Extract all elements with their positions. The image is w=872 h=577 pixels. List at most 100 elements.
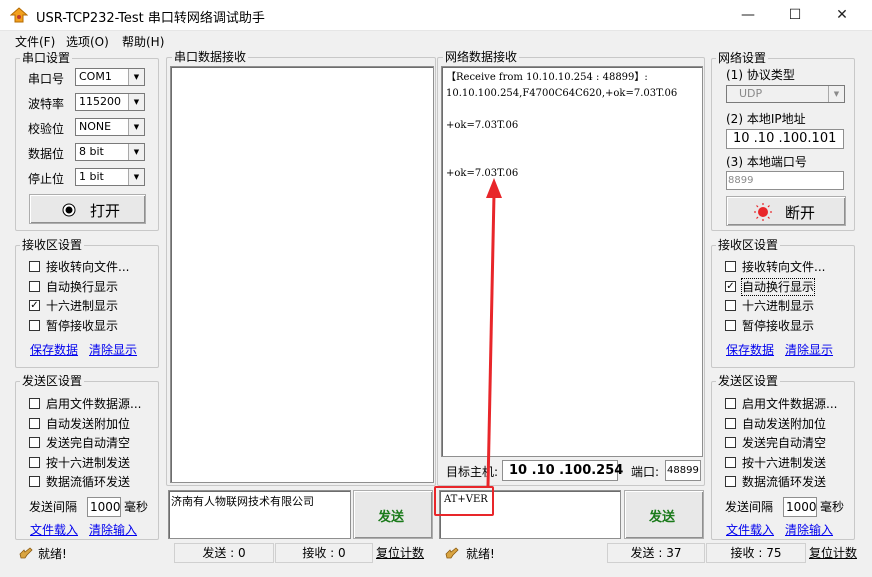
right-recv-pause-checkbox[interactable] (725, 320, 736, 331)
stopbits-select[interactable]: 1 bit ▼ (75, 168, 145, 186)
status-send-count-left: 发送 : 0 (174, 543, 274, 563)
right-send-hex-checkbox[interactable] (725, 457, 736, 468)
dropdown-arrow-icon: ▼ (128, 94, 144, 110)
right-interval-input[interactable]: 1000 (783, 497, 817, 517)
right-send-append-label: 自动发送附加位 (742, 417, 827, 431)
serial-receive-title: 串口数据接收 (172, 50, 249, 64)
right-send-autoclear-checkbox[interactable] (725, 437, 736, 448)
right-clear-input-link[interactable]: 清除输入 (785, 521, 833, 538)
right-recv-file-label: 接收转向文件... (742, 260, 826, 274)
right-file-load-link[interactable]: 文件载入 (726, 521, 774, 538)
network-receive-title: 网络数据接收 (443, 50, 520, 64)
target-port-input[interactable]: 48899 (665, 460, 701, 481)
network-send-button[interactable]: 发送 (624, 490, 704, 539)
left-send-loop-checkbox[interactable] (29, 476, 40, 487)
network-receive-line: 【Receive from 10.10.10.254 : 48899】: (446, 72, 648, 83)
left-recv-pause-checkbox[interactable] (29, 320, 40, 331)
menu-file[interactable]: 文件(F) (15, 33, 55, 50)
left-receive-settings-title: 接收区设置 (20, 238, 85, 252)
disconnect-label: 断开 (785, 204, 816, 222)
right-send-loop-checkbox[interactable] (725, 476, 736, 487)
open-serial-label: 打开 (90, 202, 121, 220)
status-recv-count-left: 接收 : 0 (275, 543, 373, 563)
serial-send-input[interactable]: 济南有人物联网技术有限公司 (168, 490, 351, 539)
serial-send-button[interactable]: 发送 (353, 490, 433, 539)
annotation-highlight-box (434, 486, 494, 516)
right-send-autoclear-label: 发送完自动清空 (742, 436, 827, 450)
status-recv-count-right: 接收 : 75 (706, 543, 806, 563)
dropdown-arrow-icon: ▼ (128, 69, 144, 85)
serial-send-text: 济南有人物联网技术有限公司 (171, 495, 314, 508)
status-ready-right: 就绪! (466, 547, 495, 561)
serial-receive-area[interactable] (170, 66, 434, 483)
stopbits-label: 停止位 (28, 172, 65, 186)
left-clear-input-link[interactable]: 清除输入 (89, 521, 137, 538)
left-send-append-label: 自动发送附加位 (46, 417, 131, 431)
network-receive-line: 10.10.100.254,F4700C64C620,+ok=7.03T.06 (446, 88, 678, 99)
right-interval-label: 发送间隔 (725, 500, 774, 514)
app-icon (10, 7, 28, 23)
serial-send-label: 发送 (378, 510, 405, 525)
target-host-input[interactable]: 10 .10 .100.254 (502, 460, 623, 481)
right-send-append-checkbox[interactable] (725, 418, 736, 429)
maximize-button[interactable]: ☐ (772, 0, 818, 31)
left-recv-wrap-checkbox[interactable] (29, 281, 40, 292)
left-interval-input[interactable]: 1000 (87, 497, 121, 517)
left-file-load-link[interactable]: 文件载入 (30, 521, 78, 538)
left-recv-wrap-label: 自动换行显示 (46, 280, 119, 294)
local-ip-input[interactable]: 10 .10 .100.101 (726, 129, 844, 149)
right-recv-hex-checkbox[interactable] (725, 300, 736, 311)
left-send-autoclear-checkbox[interactable] (29, 437, 40, 448)
right-send-file-label: 启用文件数据源... (742, 397, 838, 411)
left-save-data-link[interactable]: 保存数据 (30, 341, 78, 358)
left-clear-display-link[interactable]: 清除显示 (89, 341, 137, 358)
left-recv-hex-label: 十六进制显示 (46, 299, 119, 313)
right-recv-file-checkbox[interactable] (725, 261, 736, 272)
right-save-data-link[interactable]: 保存数据 (726, 341, 774, 358)
status-send-count-right: 发送 : 37 (607, 543, 705, 563)
window-title: USR-TCP232-Test 串口转网络调试助手 (36, 11, 265, 26)
menu-options[interactable]: 选项(O) (66, 33, 109, 50)
record-icon (754, 203, 772, 221)
minimize-button[interactable]: — (725, 0, 771, 31)
serial-settings-title: 串口设置 (20, 51, 73, 65)
protocol-label: (1) 协议类型 (726, 68, 795, 82)
right-clear-display-link[interactable]: 清除显示 (785, 341, 833, 358)
left-recv-file-checkbox[interactable] (29, 261, 40, 272)
right-interval-unit: 毫秒 (820, 500, 845, 514)
dropdown-arrow-icon: ▼ (128, 144, 144, 160)
right-recv-pause-label: 暂停接收显示 (742, 319, 815, 333)
left-send-hex-checkbox[interactable] (29, 457, 40, 468)
close-button[interactable]: ✕ (819, 0, 865, 31)
databits-select[interactable]: 8 bit ▼ (75, 143, 145, 161)
reset-count-left-button[interactable]: 复位计数 (376, 545, 424, 561)
left-recv-hex-checkbox[interactable]: ✓ (29, 300, 40, 311)
dropdown-arrow-icon: ▼ (128, 119, 144, 135)
left-send-hex-label: 按十六进制发送 (46, 456, 131, 470)
right-send-hex-label: 按十六进制发送 (742, 456, 827, 470)
left-interval-unit: 毫秒 (124, 500, 149, 514)
title-bar: USR-TCP232-Test 串口转网络调试助手 — ☐ ✕ (0, 0, 872, 31)
port-select[interactable]: COM1 ▼ (75, 68, 145, 86)
protocol-select[interactable]: UDP ▼ (726, 85, 845, 103)
right-receive-settings-title: 接收区设置 (716, 238, 781, 252)
left-send-file-label: 启用文件数据源... (46, 397, 142, 411)
reset-count-right-button[interactable]: 复位计数 (809, 545, 857, 561)
databits-label: 数据位 (28, 147, 65, 161)
menu-help[interactable]: 帮助(H) (122, 33, 164, 50)
right-recv-wrap-checkbox[interactable]: ✓ (725, 281, 736, 292)
open-serial-button[interactable]: 打开 (29, 194, 146, 224)
right-send-file-checkbox[interactable] (725, 398, 736, 409)
left-send-append-checkbox[interactable] (29, 418, 40, 429)
right-recv-wrap-label: 自动换行显示 (740, 278, 816, 296)
left-send-loop-label: 数据流循环发送 (46, 475, 131, 489)
baud-label: 波特率 (28, 97, 65, 111)
network-send-label: 发送 (649, 510, 676, 525)
left-recv-file-label: 接收转向文件... (46, 260, 130, 274)
left-send-file-checkbox[interactable] (29, 398, 40, 409)
local-port-input[interactable]: 8899 (726, 171, 844, 190)
parity-select[interactable]: NONE ▼ (75, 118, 145, 136)
disconnect-button[interactable]: 断开 (726, 196, 846, 226)
port-label: 串口号 (28, 72, 65, 86)
baud-select[interactable]: 115200 ▼ (75, 93, 145, 111)
